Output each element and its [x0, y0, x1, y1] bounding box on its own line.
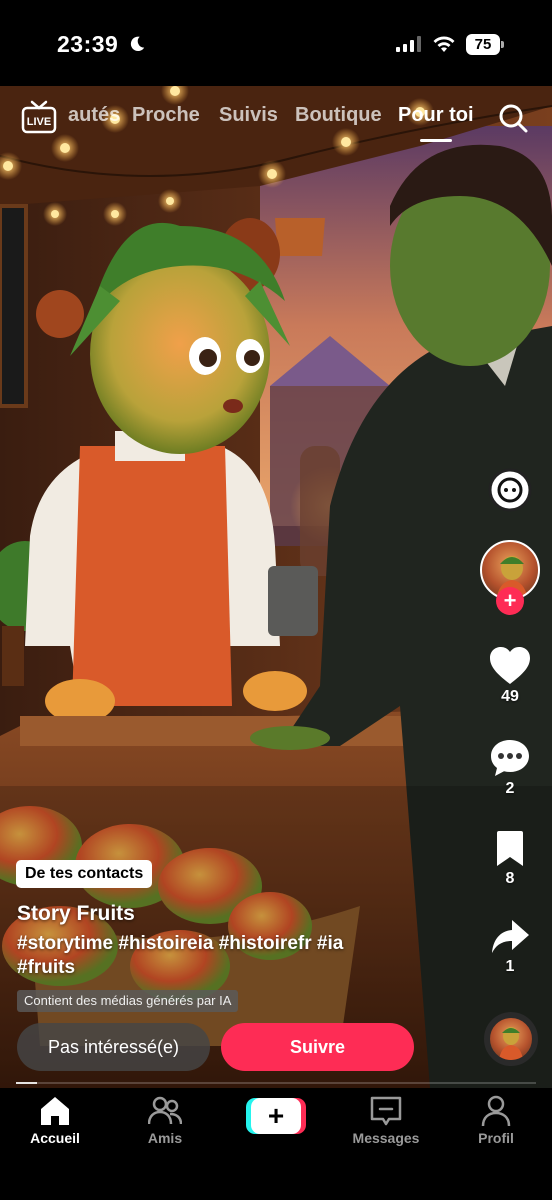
tab-nouveautes[interactable]: autés [68, 104, 120, 127]
video-progress-bar[interactable] [16, 1082, 536, 1084]
profile-icon [481, 1095, 511, 1127]
active-tab-indicator [420, 139, 452, 142]
live-icon[interactable]: LIVE [21, 100, 57, 134]
tab-suivis[interactable]: Suivis [219, 104, 278, 127]
nav-home-label: Accueil [30, 1130, 80, 1146]
comment-button[interactable]: 2 [480, 738, 540, 798]
follow-button[interactable]: Suivre [221, 1023, 414, 1071]
battery-icon: 75 [466, 34, 504, 55]
bottom-navigation: Accueil Amis + Messages Profil [0, 1088, 552, 1200]
bookmark-count: 8 [505, 870, 515, 887]
hashtags[interactable]: #storytime #histoireia #histoirefr #ia #… [17, 932, 397, 980]
home-icon [41, 1097, 69, 1125]
video-progress-fill [16, 1082, 37, 1084]
search-icon[interactable] [497, 102, 529, 134]
wifi-icon [433, 36, 455, 52]
comment-icon [491, 740, 529, 776]
share-button[interactable]: 1 [480, 918, 540, 976]
nav-messages[interactable]: Messages [331, 1094, 441, 1146]
music-disc[interactable] [484, 1012, 538, 1066]
nav-messages-label: Messages [352, 1130, 420, 1146]
heart-icon [490, 647, 530, 684]
plus-icon: + [251, 1098, 301, 1134]
create-button[interactable]: + [246, 1098, 306, 1134]
nav-friends[interactable]: Amis [110, 1094, 220, 1146]
tab-proche[interactable]: Proche [132, 104, 200, 127]
nav-home[interactable]: Accueil [0, 1094, 110, 1146]
friends-icon [148, 1096, 182, 1125]
contact-badge: De tes contacts [16, 860, 153, 888]
ai-chat-icon[interactable] [487, 467, 533, 513]
like-count: 49 [501, 688, 519, 705]
follow-plus-button[interactable]: + [496, 587, 524, 615]
not-interested-button[interactable]: Pas intéressé(e) [17, 1023, 210, 1071]
bookmark-button[interactable]: 8 [480, 830, 540, 888]
cellular-signal-icon [396, 36, 421, 52]
status-bar: 23:39 75 [0, 0, 552, 86]
bookmark-icon [497, 831, 523, 866]
battery-level: 75 [466, 34, 500, 55]
tab-pour-toi[interactable]: Pour toi [398, 104, 474, 127]
svg-text:LIVE: LIVE [27, 116, 51, 128]
nav-profile[interactable]: Profil [441, 1094, 551, 1146]
comment-count: 2 [505, 780, 515, 797]
nav-friends-label: Amis [147, 1130, 183, 1146]
tab-boutique[interactable]: Boutique [295, 104, 382, 127]
status-time: 23:39 [57, 31, 119, 57]
messages-icon [370, 1096, 402, 1126]
author-name[interactable]: Story Fruits [17, 902, 135, 926]
moon-icon [130, 36, 145, 52]
like-button[interactable]: 49 [480, 646, 540, 706]
nav-profile-label: Profil [478, 1130, 514, 1146]
share-arrow-icon [492, 920, 529, 953]
ai-generated-label[interactable]: Contient des médias générés par IA [17, 990, 239, 1012]
share-count: 1 [505, 958, 515, 975]
